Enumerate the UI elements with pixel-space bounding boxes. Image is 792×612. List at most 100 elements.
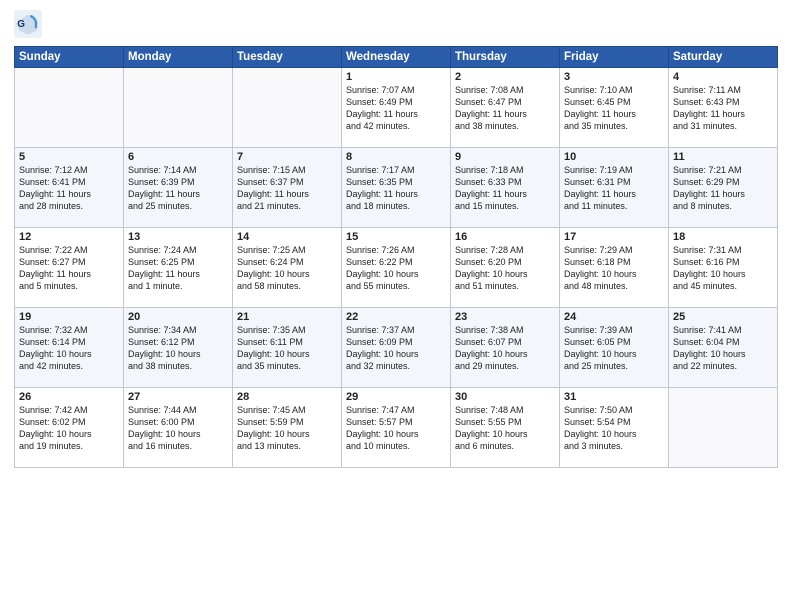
day-number: 31	[564, 391, 664, 403]
day-number: 20	[128, 311, 228, 323]
cell-info: Sunrise: 7:31 AM Sunset: 6:16 PM Dayligh…	[673, 244, 773, 293]
col-header-monday: Monday	[124, 47, 233, 68]
cell-info: Sunrise: 7:14 AM Sunset: 6:39 PM Dayligh…	[128, 164, 228, 213]
calendar-cell: 18Sunrise: 7:31 AM Sunset: 6:16 PM Dayli…	[669, 228, 778, 308]
day-number: 29	[346, 391, 446, 403]
calendar-cell: 23Sunrise: 7:38 AM Sunset: 6:07 PM Dayli…	[451, 308, 560, 388]
day-number: 26	[19, 391, 119, 403]
cell-info: Sunrise: 7:41 AM Sunset: 6:04 PM Dayligh…	[673, 324, 773, 373]
day-number: 24	[564, 311, 664, 323]
cell-info: Sunrise: 7:26 AM Sunset: 6:22 PM Dayligh…	[346, 244, 446, 293]
calendar-cell: 28Sunrise: 7:45 AM Sunset: 5:59 PM Dayli…	[233, 388, 342, 468]
calendar-cell: 12Sunrise: 7:22 AM Sunset: 6:27 PM Dayli…	[15, 228, 124, 308]
day-number: 17	[564, 231, 664, 243]
col-header-sunday: Sunday	[15, 47, 124, 68]
cell-info: Sunrise: 7:19 AM Sunset: 6:31 PM Dayligh…	[564, 164, 664, 213]
day-number: 23	[455, 311, 555, 323]
calendar-cell: 14Sunrise: 7:25 AM Sunset: 6:24 PM Dayli…	[233, 228, 342, 308]
col-header-thursday: Thursday	[451, 47, 560, 68]
calendar-cell: 7Sunrise: 7:15 AM Sunset: 6:37 PM Daylig…	[233, 148, 342, 228]
cell-info: Sunrise: 7:24 AM Sunset: 6:25 PM Dayligh…	[128, 244, 228, 293]
day-number: 14	[237, 231, 337, 243]
day-number: 25	[673, 311, 773, 323]
day-number: 7	[237, 151, 337, 163]
day-number: 6	[128, 151, 228, 163]
cell-info: Sunrise: 7:22 AM Sunset: 6:27 PM Dayligh…	[19, 244, 119, 293]
cell-info: Sunrise: 7:18 AM Sunset: 6:33 PM Dayligh…	[455, 164, 555, 213]
calendar-cell: 1Sunrise: 7:07 AM Sunset: 6:49 PM Daylig…	[342, 68, 451, 148]
day-number: 19	[19, 311, 119, 323]
calendar-cell: 20Sunrise: 7:34 AM Sunset: 6:12 PM Dayli…	[124, 308, 233, 388]
cell-info: Sunrise: 7:34 AM Sunset: 6:12 PM Dayligh…	[128, 324, 228, 373]
calendar-cell: 27Sunrise: 7:44 AM Sunset: 6:00 PM Dayli…	[124, 388, 233, 468]
calendar-cell: 4Sunrise: 7:11 AM Sunset: 6:43 PM Daylig…	[669, 68, 778, 148]
cell-info: Sunrise: 7:47 AM Sunset: 5:57 PM Dayligh…	[346, 404, 446, 453]
cell-info: Sunrise: 7:37 AM Sunset: 6:09 PM Dayligh…	[346, 324, 446, 373]
calendar-cell: 29Sunrise: 7:47 AM Sunset: 5:57 PM Dayli…	[342, 388, 451, 468]
day-number: 27	[128, 391, 228, 403]
week-row-2: 5Sunrise: 7:12 AM Sunset: 6:41 PM Daylig…	[15, 148, 778, 228]
calendar-cell: 19Sunrise: 7:32 AM Sunset: 6:14 PM Dayli…	[15, 308, 124, 388]
cell-info: Sunrise: 7:10 AM Sunset: 6:45 PM Dayligh…	[564, 84, 664, 133]
day-number: 2	[455, 71, 555, 83]
cell-info: Sunrise: 7:39 AM Sunset: 6:05 PM Dayligh…	[564, 324, 664, 373]
calendar-cell: 10Sunrise: 7:19 AM Sunset: 6:31 PM Dayli…	[560, 148, 669, 228]
cell-info: Sunrise: 7:29 AM Sunset: 6:18 PM Dayligh…	[564, 244, 664, 293]
week-row-3: 12Sunrise: 7:22 AM Sunset: 6:27 PM Dayli…	[15, 228, 778, 308]
cell-info: Sunrise: 7:35 AM Sunset: 6:11 PM Dayligh…	[237, 324, 337, 373]
calendar-cell: 11Sunrise: 7:21 AM Sunset: 6:29 PM Dayli…	[669, 148, 778, 228]
page: G SundayMondayTuesdayWednesdayThursdayFr…	[0, 0, 792, 612]
day-number: 9	[455, 151, 555, 163]
day-number: 28	[237, 391, 337, 403]
day-number: 22	[346, 311, 446, 323]
calendar-cell: 17Sunrise: 7:29 AM Sunset: 6:18 PM Dayli…	[560, 228, 669, 308]
cell-info: Sunrise: 7:32 AM Sunset: 6:14 PM Dayligh…	[19, 324, 119, 373]
calendar-cell: 21Sunrise: 7:35 AM Sunset: 6:11 PM Dayli…	[233, 308, 342, 388]
cell-info: Sunrise: 7:11 AM Sunset: 6:43 PM Dayligh…	[673, 84, 773, 133]
day-number: 5	[19, 151, 119, 163]
calendar-cell: 25Sunrise: 7:41 AM Sunset: 6:04 PM Dayli…	[669, 308, 778, 388]
logo: G	[14, 10, 44, 38]
day-number: 15	[346, 231, 446, 243]
cell-info: Sunrise: 7:21 AM Sunset: 6:29 PM Dayligh…	[673, 164, 773, 213]
cell-info: Sunrise: 7:08 AM Sunset: 6:47 PM Dayligh…	[455, 84, 555, 133]
day-number: 10	[564, 151, 664, 163]
day-number: 12	[19, 231, 119, 243]
calendar-cell: 8Sunrise: 7:17 AM Sunset: 6:35 PM Daylig…	[342, 148, 451, 228]
day-number: 18	[673, 231, 773, 243]
cell-info: Sunrise: 7:45 AM Sunset: 5:59 PM Dayligh…	[237, 404, 337, 453]
week-row-5: 26Sunrise: 7:42 AM Sunset: 6:02 PM Dayli…	[15, 388, 778, 468]
calendar-cell	[15, 68, 124, 148]
calendar-cell: 6Sunrise: 7:14 AM Sunset: 6:39 PM Daylig…	[124, 148, 233, 228]
svg-text:G: G	[17, 19, 25, 30]
calendar-cell: 31Sunrise: 7:50 AM Sunset: 5:54 PM Dayli…	[560, 388, 669, 468]
cell-info: Sunrise: 7:15 AM Sunset: 6:37 PM Dayligh…	[237, 164, 337, 213]
day-number: 8	[346, 151, 446, 163]
cell-info: Sunrise: 7:07 AM Sunset: 6:49 PM Dayligh…	[346, 84, 446, 133]
day-number: 3	[564, 71, 664, 83]
calendar-cell	[233, 68, 342, 148]
calendar-cell: 3Sunrise: 7:10 AM Sunset: 6:45 PM Daylig…	[560, 68, 669, 148]
calendar-cell: 30Sunrise: 7:48 AM Sunset: 5:55 PM Dayli…	[451, 388, 560, 468]
day-number: 16	[455, 231, 555, 243]
day-number: 11	[673, 151, 773, 163]
calendar-cell: 15Sunrise: 7:26 AM Sunset: 6:22 PM Dayli…	[342, 228, 451, 308]
cell-info: Sunrise: 7:28 AM Sunset: 6:20 PM Dayligh…	[455, 244, 555, 293]
calendar-cell	[124, 68, 233, 148]
calendar-cell: 5Sunrise: 7:12 AM Sunset: 6:41 PM Daylig…	[15, 148, 124, 228]
col-header-wednesday: Wednesday	[342, 47, 451, 68]
calendar-cell: 16Sunrise: 7:28 AM Sunset: 6:20 PM Dayli…	[451, 228, 560, 308]
cell-info: Sunrise: 7:50 AM Sunset: 5:54 PM Dayligh…	[564, 404, 664, 453]
calendar-cell: 2Sunrise: 7:08 AM Sunset: 6:47 PM Daylig…	[451, 68, 560, 148]
day-number: 13	[128, 231, 228, 243]
day-number: 21	[237, 311, 337, 323]
week-row-4: 19Sunrise: 7:32 AM Sunset: 6:14 PM Dayli…	[15, 308, 778, 388]
col-header-tuesday: Tuesday	[233, 47, 342, 68]
header: G	[14, 10, 778, 38]
cell-info: Sunrise: 7:44 AM Sunset: 6:00 PM Dayligh…	[128, 404, 228, 453]
cell-info: Sunrise: 7:25 AM Sunset: 6:24 PM Dayligh…	[237, 244, 337, 293]
day-number: 30	[455, 391, 555, 403]
cell-info: Sunrise: 7:38 AM Sunset: 6:07 PM Dayligh…	[455, 324, 555, 373]
calendar-cell: 24Sunrise: 7:39 AM Sunset: 6:05 PM Dayli…	[560, 308, 669, 388]
calendar-cell: 13Sunrise: 7:24 AM Sunset: 6:25 PM Dayli…	[124, 228, 233, 308]
